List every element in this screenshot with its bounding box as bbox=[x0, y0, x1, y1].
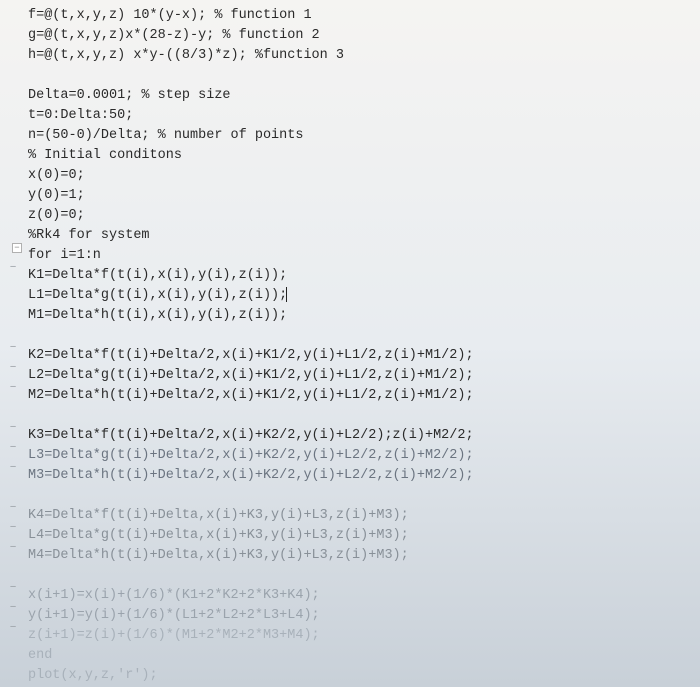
gutter-dash: − bbox=[4, 542, 22, 554]
text-cursor bbox=[286, 287, 287, 302]
code-line[interactable]: M4=Delta*h(t(i)+Delta,x(i)+K3,y(i)+L3,z(… bbox=[28, 546, 694, 566]
fold-icon[interactable]: − bbox=[12, 243, 22, 253]
gutter-dash: − bbox=[4, 262, 22, 274]
gutter-dash: − bbox=[4, 362, 22, 374]
code-line[interactable]: M1=Delta*h(t(i),x(i),y(i),z(i)); bbox=[28, 306, 694, 326]
code-line[interactable]: L2=Delta*g(t(i)+Delta/2,x(i)+K1/2,y(i)+L… bbox=[28, 366, 694, 386]
gutter-dash: − bbox=[4, 502, 22, 514]
code-line[interactable]: K4=Delta*f(t(i)+Delta,x(i)+K3,y(i)+L3,z(… bbox=[28, 506, 694, 526]
gutter-dash: − bbox=[4, 442, 22, 454]
code-line[interactable]: K1=Delta*f(t(i),x(i),y(i),z(i)); bbox=[28, 266, 694, 286]
gutter-dash: − bbox=[4, 382, 22, 394]
gutter-dash: − bbox=[4, 602, 22, 614]
code-line[interactable]: for i=1:n bbox=[28, 246, 694, 266]
gutter-dash: − bbox=[4, 342, 22, 354]
code-line[interactable]: L4=Delta*g(t(i)+Delta,x(i)+K3,y(i)+L3,z(… bbox=[28, 526, 694, 546]
code-line[interactable]: x(i+1)=x(i)+(1/6)*(K1+2*K2+2*K3+K4); bbox=[28, 586, 694, 606]
gutter-dash: − bbox=[4, 622, 22, 634]
code-line[interactable]: L3=Delta*g(t(i)+Delta/2,x(i)+K2/2,y(i)+L… bbox=[28, 446, 694, 466]
code-line[interactable]: plot(x,y,z,'r'); bbox=[28, 666, 694, 686]
code-line[interactable]: h=@(t,x,y,z) x*y-((8/3)*z); %function 3 bbox=[28, 46, 694, 66]
code-line[interactable]: y(0)=1; bbox=[28, 186, 694, 206]
code-editor[interactable]: f=@(t,x,y,z) 10*(y-x); % function 1 g=@(… bbox=[28, 6, 694, 686]
code-line[interactable]: L1=Delta*g(t(i),x(i),y(i),z(i)); bbox=[28, 286, 694, 306]
code-line[interactable]: Delta=0.0001; % step size bbox=[28, 86, 694, 106]
code-line[interactable]: z(0)=0; bbox=[28, 206, 694, 226]
code-line[interactable]: end bbox=[28, 646, 694, 666]
code-text: L1=Delta*g(t(i),x(i),y(i),z(i)); bbox=[28, 288, 287, 303]
code-line[interactable]: K3=Delta*f(t(i)+Delta/2,x(i)+K2/2,y(i)+L… bbox=[28, 426, 694, 446]
blank-line bbox=[28, 406, 694, 426]
gutter-dash: − bbox=[4, 462, 22, 474]
code-line[interactable]: y(i+1)=y(i)+(1/6)*(L1+2*L2+2*L3+L4); bbox=[28, 606, 694, 626]
blank-line bbox=[28, 66, 694, 86]
gutter-dash: − bbox=[4, 422, 22, 434]
blank-line bbox=[28, 566, 694, 586]
blank-line bbox=[28, 486, 694, 506]
code-line[interactable]: K2=Delta*f(t(i)+Delta/2,x(i)+K1/2,y(i)+L… bbox=[28, 346, 694, 366]
code-line[interactable]: z(i+1)=z(i)+(1/6)*(M1+2*M2+2*M3+M4); bbox=[28, 626, 694, 646]
code-line[interactable]: t=0:Delta:50; bbox=[28, 106, 694, 126]
blank-line bbox=[28, 326, 694, 346]
code-line[interactable]: g=@(t,x,y,z)x*(28-z)-y; % function 2 bbox=[28, 26, 694, 46]
editor-gutter: − − − − − − − − − − − − − − bbox=[4, 0, 24, 687]
code-line[interactable]: M3=Delta*h(t(i)+Delta/2,x(i)+K2/2,y(i)+L… bbox=[28, 466, 694, 486]
code-line[interactable]: n=(50-0)/Delta; % number of points bbox=[28, 126, 694, 146]
code-line[interactable]: M2=Delta*h(t(i)+Delta/2,x(i)+K1/2,y(i)+L… bbox=[28, 386, 694, 406]
gutter-dash: − bbox=[4, 582, 22, 594]
code-line[interactable]: f=@(t,x,y,z) 10*(y-x); % function 1 bbox=[28, 6, 694, 26]
code-line[interactable]: x(0)=0; bbox=[28, 166, 694, 186]
code-line[interactable]: %Rk4 for system bbox=[28, 226, 694, 246]
code-line[interactable]: % Initial conditons bbox=[28, 146, 694, 166]
gutter-dash: − bbox=[4, 522, 22, 534]
